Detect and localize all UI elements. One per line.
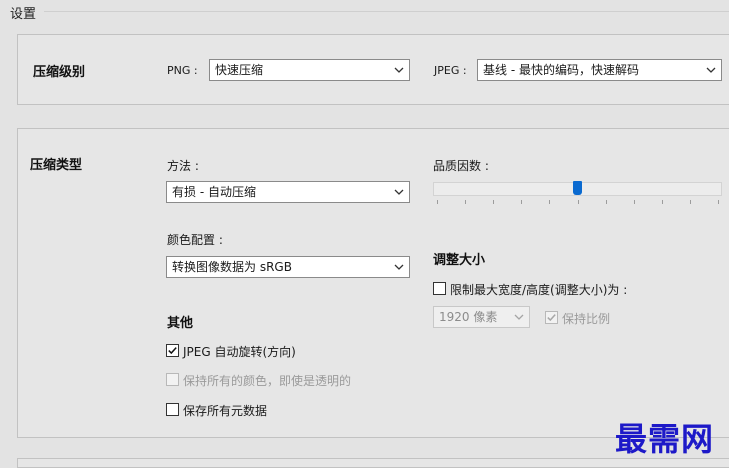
jpeg-compression-value: 基线 - 最快的编码，快速解码 bbox=[483, 63, 639, 77]
chevron-down-icon bbox=[394, 189, 404, 195]
chevron-down-icon bbox=[394, 67, 404, 73]
compression-type-title: 压缩类型 bbox=[30, 158, 83, 173]
keep-colors-checkbox[interactable] bbox=[166, 373, 179, 386]
png-compression-select[interactable]: 快速压缩 bbox=[209, 59, 410, 81]
slider-tick bbox=[718, 200, 719, 204]
method-select[interactable]: 有损 - 自动压缩 bbox=[166, 181, 410, 203]
png-label: PNG : bbox=[167, 64, 198, 77]
chevron-down-icon bbox=[514, 314, 524, 320]
checkmark-icon bbox=[168, 347, 177, 355]
quality-label: 品质因数 : bbox=[433, 159, 489, 173]
slider-tick bbox=[606, 200, 607, 204]
slider-tick bbox=[578, 200, 579, 204]
slider-tick bbox=[465, 200, 466, 204]
slider-tick bbox=[549, 200, 550, 204]
size-select[interactable]: 1920 像素 bbox=[433, 306, 530, 328]
limit-size-checkbox[interactable] bbox=[433, 282, 446, 295]
slider-tick bbox=[634, 200, 635, 204]
limit-size-label[interactable]: 限制最大宽度/高度(调整大小)为 : bbox=[450, 281, 627, 298]
color-profile-select[interactable]: 转换图像数据为 sRGB bbox=[166, 256, 410, 278]
quality-slider[interactable] bbox=[433, 180, 722, 208]
legend-divider bbox=[44, 11, 729, 12]
slider-tick bbox=[493, 200, 494, 204]
slider-tick bbox=[690, 200, 691, 204]
quality-slider-ticks bbox=[433, 200, 722, 205]
color-profile-label: 颜色配置 : bbox=[167, 233, 223, 247]
keep-ratio-checkbox[interactable] bbox=[545, 311, 558, 324]
settings-legend: 设置 bbox=[10, 7, 37, 22]
slider-tick bbox=[437, 200, 438, 204]
color-profile-value: 转换图像数据为 sRGB bbox=[172, 260, 292, 274]
auto-rotate-checkbox[interactable] bbox=[166, 344, 179, 357]
jpeg-compression-select[interactable]: 基线 - 最快的编码，快速解码 bbox=[477, 59, 722, 81]
compression-level-title: 压缩级别 bbox=[33, 65, 86, 80]
slider-tick bbox=[521, 200, 522, 204]
watermark-logo: 最需网 bbox=[615, 420, 715, 458]
auto-rotate-label[interactable]: JPEG 自动旋转(方向) bbox=[183, 343, 296, 360]
method-value: 有损 - 自动压缩 bbox=[172, 185, 256, 199]
resize-title: 调整大小 bbox=[433, 253, 486, 268]
jpeg-label: JPEG : bbox=[434, 64, 467, 77]
chevron-down-icon bbox=[706, 67, 716, 73]
keep-colors-label[interactable]: 保持所有的颜色，即使是透明的 bbox=[183, 372, 351, 389]
chevron-down-icon bbox=[394, 264, 404, 270]
keep-ratio-label[interactable]: 保持比例 bbox=[562, 310, 610, 327]
quality-slider-thumb[interactable] bbox=[573, 181, 582, 195]
size-value: 1920 像素 bbox=[439, 310, 498, 324]
png-compression-value: 快速压缩 bbox=[215, 63, 264, 77]
checkmark-icon bbox=[547, 314, 556, 322]
keep-metadata-checkbox[interactable] bbox=[166, 403, 179, 416]
slider-tick bbox=[662, 200, 663, 204]
keep-metadata-label[interactable]: 保存所有元数据 bbox=[183, 402, 267, 419]
other-title: 其他 bbox=[167, 316, 194, 331]
method-label: 方法 : bbox=[167, 159, 199, 173]
